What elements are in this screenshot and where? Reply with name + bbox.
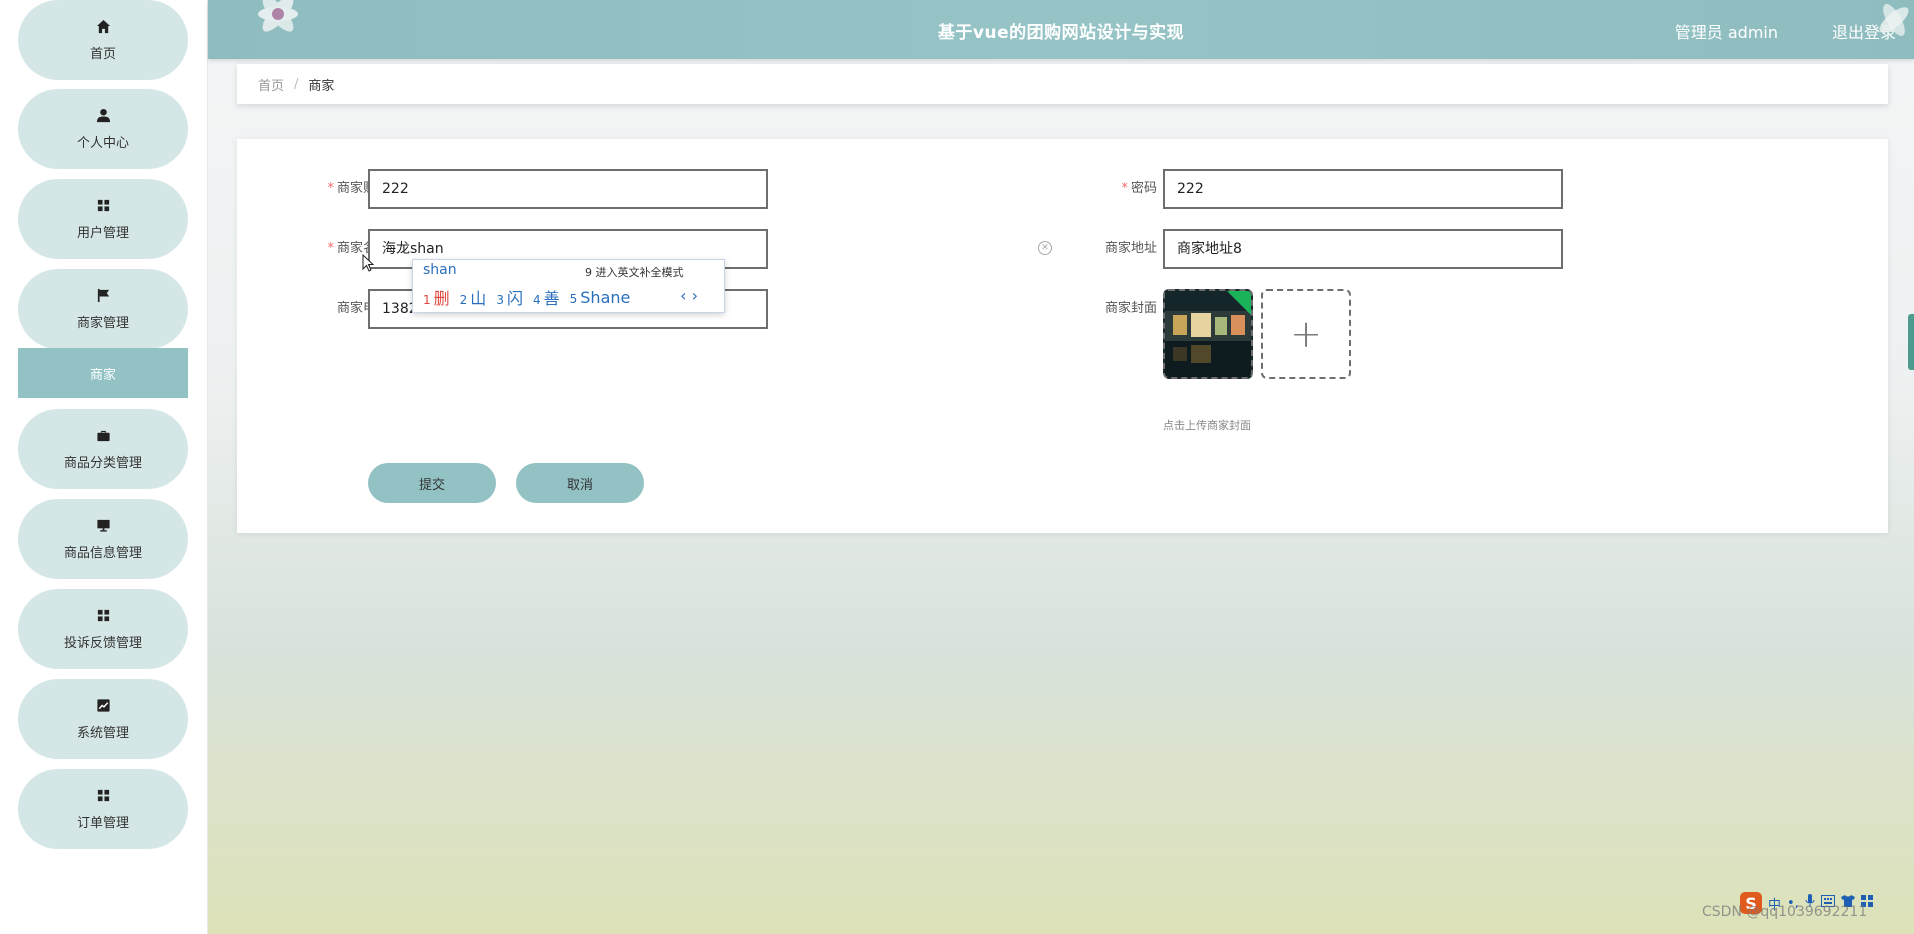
grid-icon xyxy=(95,787,111,803)
ime-candidate-list: 1删 2山 3闪 4善 5 Shane xyxy=(423,285,630,309)
ime-candidate[interactable]: 5 Shane xyxy=(570,288,631,307)
user-icon xyxy=(95,107,111,123)
cancel-button[interactable]: 取消 xyxy=(516,463,644,503)
sidebar-item-feedback[interactable]: 投诉反馈管理 xyxy=(18,589,188,669)
breadcrumb-current: 商家 xyxy=(308,78,335,94)
submit-button[interactable]: 提交 xyxy=(368,463,496,503)
password-input[interactable]: 222 xyxy=(1163,169,1563,209)
briefcase-icon xyxy=(95,427,111,443)
ime-typed-text: shan xyxy=(423,262,457,278)
ime-candidate-popup: shan 9 进入英文补全模式 1删 2山 3闪 4善 5 Shane ‹ › xyxy=(412,259,725,313)
mouse-cursor-icon xyxy=(362,254,374,272)
upload-tip: 点击上传商家封面 xyxy=(1163,419,1251,432)
plus-icon: + xyxy=(1290,312,1322,356)
account-input[interactable]: 222 xyxy=(368,169,768,209)
sidebar-item-label: 订单管理 xyxy=(76,816,129,831)
watermark: CSDN @qq1039692211 xyxy=(1702,904,1868,920)
sidebar-item-merchants[interactable]: 商家管理 xyxy=(18,269,188,349)
merchant-form: * 商家账号 222 * 密码 222 * 商家名称 海龙shan ✕ 商家地址 商家… xyxy=(237,139,1888,533)
sidebar-item-label: 投诉反馈管理 xyxy=(63,636,142,651)
flower-decoration xyxy=(1854,0,1914,59)
site-title: 基于vue的团购网站设计与实现 xyxy=(937,23,1185,43)
sidebar-item-label: 用户管理 xyxy=(76,226,129,241)
top-header: 基于vue的团购网站设计与实现 管理员 admin 退出登录 xyxy=(208,0,1914,59)
admin-user-label: 管理员 admin xyxy=(1674,23,1778,42)
add-cover-button[interactable]: + xyxy=(1261,289,1351,379)
breadcrumb-home[interactable]: 首页 xyxy=(258,75,284,94)
ime-candidate[interactable]: 2山 xyxy=(460,285,487,309)
sidebar-item-products[interactable]: 商品信息管理 xyxy=(18,499,188,579)
sidebar-item-label: 商品分类管理 xyxy=(63,456,142,471)
chart-icon xyxy=(95,697,111,713)
ime-candidate[interactable]: 4善 xyxy=(533,285,560,309)
scroll-handle[interactable] xyxy=(1908,314,1914,370)
breadcrumb: 首页 / 商家 xyxy=(237,64,1888,104)
sidebar-item-categories[interactable]: 商品分类管理 xyxy=(18,409,188,489)
ime-hint[interactable]: 9 进入英文补全模式 xyxy=(585,264,684,280)
sidebar-item-label: 个人中心 xyxy=(76,136,129,151)
sidebar-item-orders[interactable]: 订单管理 xyxy=(18,769,188,849)
sidebar-item-users[interactable]: 用户管理 xyxy=(18,179,188,259)
ime-pager-icon[interactable]: ‹ › xyxy=(680,286,698,305)
sidebar-subitem-merchant[interactable]: 商家 xyxy=(18,348,188,398)
monitor-icon xyxy=(95,517,111,533)
sidebar-item-label: 商品信息管理 xyxy=(63,546,142,561)
sidebar-item-system[interactable]: 系统管理 xyxy=(18,679,188,759)
cover-label: 商家封面 xyxy=(1104,301,1157,316)
password-label: * 密码 xyxy=(1121,181,1157,196)
sidebar-item-label: 系统管理 xyxy=(76,726,129,741)
sidebar-item-profile[interactable]: 个人中心 xyxy=(18,89,188,169)
grid-icon xyxy=(95,607,111,623)
sidebar: 首页 个人中心 用户管理 商家管理 商家 商品分类管理 商品信息管理 投诉反馈管… xyxy=(0,0,208,934)
flag-icon xyxy=(95,287,111,303)
home-icon xyxy=(95,18,111,34)
ime-candidate[interactable]: 1删 xyxy=(423,285,450,309)
ime-candidate[interactable]: 3闪 xyxy=(496,285,523,309)
sidebar-item-home[interactable]: 首页 xyxy=(18,0,188,80)
sidebar-item-label: 首页 xyxy=(89,47,116,62)
address-label: 商家地址 xyxy=(1104,241,1157,256)
address-input[interactable]: 商家地址8 xyxy=(1163,229,1563,269)
cover-thumbnail[interactable] xyxy=(1163,289,1253,379)
clear-icon[interactable]: ✕ xyxy=(1038,241,1052,255)
grid-icon xyxy=(95,197,111,213)
breadcrumb-separator: / xyxy=(294,76,299,92)
sidebar-item-label: 商家管理 xyxy=(76,316,129,331)
